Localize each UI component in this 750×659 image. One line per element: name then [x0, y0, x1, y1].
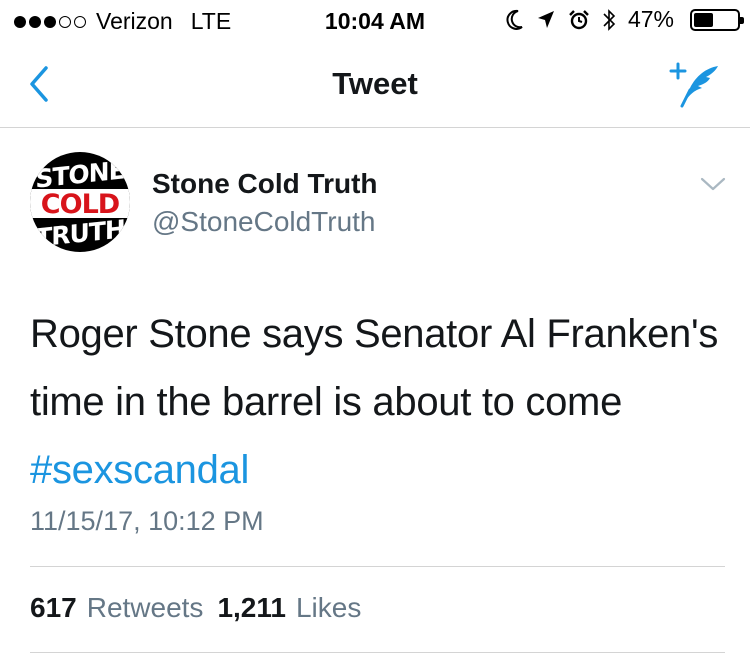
likes-label: Likes: [295, 592, 362, 623]
retweets-count: 617: [30, 592, 77, 623]
battery-icon: [690, 8, 744, 31]
tweet-body-text: Roger Stone says Senator Al Franken's ti…: [30, 312, 719, 424]
do-not-disturb-moon-icon: [506, 9, 523, 30]
status-bar-right: 47%: [506, 6, 744, 33]
page-title: Tweet: [332, 66, 418, 101]
tweet-text: Roger Stone says Senator Al Franken's ti…: [30, 300, 730, 504]
tweet-timestamp: 11/15/17, 10:12 PM: [30, 506, 264, 536]
battery-percentage: 47%: [627, 6, 674, 32]
navigation-bar: Tweet: [0, 40, 750, 128]
retweets-stat[interactable]: 617 Retweets: [30, 592, 203, 624]
battery-fill: [694, 12, 714, 27]
hashtag-link[interactable]: #sexscandal: [30, 448, 249, 492]
divider: [30, 652, 725, 653]
avatar-text-line-1: STONE: [35, 155, 125, 194]
tweet-stats: 617 Retweets 1,211 Likes: [30, 592, 361, 624]
alarm-clock-icon: [569, 9, 589, 29]
status-bar: Verizon LTE 10:04 AM 47%: [0, 0, 750, 40]
avatar[interactable]: STONE COLD TRUTH: [30, 152, 130, 252]
location-arrow-icon: [537, 10, 554, 28]
likes-count: 1,211: [217, 592, 286, 623]
chevron-down-icon[interactable]: [698, 172, 728, 196]
bluetooth-icon: [603, 8, 616, 31]
compose-tweet-icon[interactable]: [668, 60, 724, 110]
retweets-label: Retweets: [86, 592, 204, 623]
avatar-text-line-2: COLD: [30, 189, 130, 218]
divider: [30, 566, 725, 567]
user-handle[interactable]: @StoneColdTruth: [152, 206, 376, 238]
tweet-header: STONE COLD TRUTH Stone Cold Truth @Stone…: [30, 152, 730, 252]
avatar-text-line-3: TRUTH: [35, 214, 125, 252]
display-name[interactable]: Stone Cold Truth: [152, 168, 378, 200]
likes-stat[interactable]: 1,211 Likes: [217, 592, 361, 624]
